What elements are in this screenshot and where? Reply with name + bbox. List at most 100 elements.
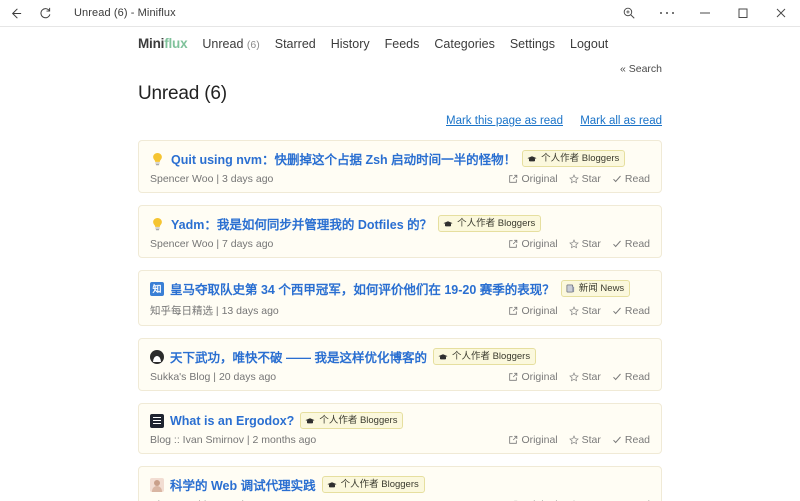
entry-category-badge[interactable]: 个人作者 Bloggers [522,150,625,167]
entry-item[interactable]: 天下武功，唯快不破 —— 我是这样优化博客的个人作者 Bloggers Sukka… [138,338,662,391]
entry-category-label: 个人作者 Bloggers [341,478,419,491]
entry-meta-row: 知乎每日精选 | 13 days agoOriginalStarRead [150,303,650,318]
entry-category-badge[interactable]: 个人作者 Bloggers [438,215,541,232]
entry-star-button[interactable]: Star [569,238,601,250]
entry-list: Quit using nvm：快删掉这个占据 Zsh 启动时间一半的怪物！ 个人作… [138,140,662,501]
entry-title-row: 天下武功，唯快不破 —— 我是这样优化博客的个人作者 Bloggers [150,347,650,366]
entry-meta: Sukka's Blog | 20 days ago [150,371,276,383]
entry-read-label: Read [625,238,650,250]
entry-item[interactable]: 知皇马夺取队史第 34 个西甲冠军，如何评价他们在 19-20 赛季的表现？ 新闻… [138,270,662,326]
entry-original-label: Original [521,173,557,185]
nav-item-starred[interactable]: Starred [275,37,316,51]
entry-title-link[interactable]: Quit using nvm：快删掉这个占据 Zsh 启动时间一半的怪物！ [171,149,516,168]
entry-title-link[interactable]: 科学的 Web 调试代理实践 [170,475,316,494]
entry-read-button[interactable]: Read [612,434,650,446]
entry-meta-row: Spencer Woo | 7 days agoOriginalStarRead [150,238,650,250]
entry-original-link[interactable]: Original [508,305,557,317]
mark-this-page-as-read-link[interactable]: Mark this page as read [446,115,563,127]
entry-category-badge[interactable]: 新闻 News [561,280,630,297]
entry-actions: Original Star Read [508,173,650,185]
nav-label-unread: Unread [202,37,243,51]
window-titlebar: Unread (6) - Miniflux [0,0,800,27]
entry-star-label: Star [582,434,601,446]
entry-original-label: Original [521,434,557,446]
entry-category-label: 个人作者 Bloggers [319,414,397,427]
entry-actions: Original Star Read [508,434,650,446]
entry-feed-link[interactable]: Spencer Woo [150,173,213,185]
nav-count-unread: (6) [247,39,260,51]
maximize-icon[interactable] [724,0,762,27]
nav-item-history[interactable]: History [331,37,370,51]
logo-prefix: Mini [138,36,164,51]
entry-star-label: Star [582,305,601,317]
entry-read-button[interactable]: Read [612,238,650,250]
search-toggle-link[interactable]: « Search [620,63,662,75]
entry-original-label: Original [521,238,557,250]
entry-original-link[interactable]: Original [508,371,557,383]
entry-category-label: 个人作者 Bloggers [457,217,535,230]
app-logo[interactable]: Miniflux [138,36,187,51]
mark-all-as-read-link[interactable]: Mark all as read [580,115,662,127]
entry-original-link[interactable]: Original [508,238,557,250]
entry-title-link[interactable]: 皇马夺取队史第 34 个西甲冠军，如何评价他们在 19-20 赛季的表现？ [170,279,555,298]
entry-title-row: 知皇马夺取队史第 34 个西甲冠军，如何评价他们在 19-20 赛季的表现？ 新闻… [150,279,650,298]
entry-feed-link[interactable]: Blog :: Ivan Smirnov [150,434,244,446]
entry-read-button[interactable]: Read [612,173,650,185]
entry-feed-link[interactable]: 知乎每日精选 [150,305,213,317]
entry-star-label: Star [582,371,601,383]
entry-category-badge[interactable]: 个人作者 Bloggers [300,412,403,429]
zhihu-favicon: 知 [150,282,164,296]
entry-original-link[interactable]: Original [508,434,557,446]
entry-read-label: Read [625,173,650,185]
checkmark-icon [612,239,622,249]
entry-date: 13 days ago [222,305,279,317]
entry-star-button[interactable]: Star [569,305,601,317]
nav-item-categories[interactable]: Categories [434,37,494,51]
entry-date: 3 days ago [222,173,273,185]
app-page: Miniflux Unread (6) Starred History Feed… [0,27,800,501]
entry-item[interactable]: 科学的 Web 调试代理实践个人作者 BloggersHi, DIYgod | … [138,466,662,501]
entry-original-link[interactable]: Original [508,173,557,185]
checkmark-icon [612,174,622,184]
lightbulb-favicon [150,151,165,166]
entry-category-badge[interactable]: 个人作者 Bloggers [322,476,425,493]
minimize-icon[interactable] [686,0,724,27]
entry-read-button[interactable]: Read [612,305,650,317]
entry-meta-row: Spencer Woo | 3 days agoOriginalStarRead [150,173,650,185]
nav-item-settings[interactable]: Settings [510,37,555,51]
checkmark-icon [612,306,622,316]
graduation-cap-icon [443,220,453,228]
search-bar: « Search [0,59,800,77]
zoom-search-icon[interactable] [610,0,648,27]
external-link-icon [508,174,518,184]
entry-item[interactable]: What is an Ergodox? 个人作者 BloggersBlog :: … [138,403,662,454]
star-icon [569,372,579,382]
close-icon[interactable] [762,0,800,27]
refresh-icon[interactable] [30,0,60,27]
back-arrow-icon[interactable] [0,0,30,27]
entry-meta-row: Sukka's Blog | 20 days ago Original Star Re… [150,371,650,383]
entry-title-row: Quit using nvm：快删掉这个占据 Zsh 启动时间一半的怪物！ 个人作… [150,149,650,168]
nav-item-feeds[interactable]: Feeds [385,37,420,51]
entry-star-button[interactable]: Star [569,173,601,185]
entry-item[interactable]: Yadm：我是如何同步并管理我的 Dotfiles 的？ 个人作者 Blogger… [138,205,662,258]
bulk-actions: Mark this page as read Mark all as read [138,115,662,127]
entry-feed-link[interactable]: Spencer Woo [150,238,213,250]
entry-category-badge[interactable]: 个人作者 Bloggers [433,348,536,365]
entry-star-label: Star [582,173,601,185]
entry-title-link[interactable]: Yadm：我是如何同步并管理我的 Dotfiles 的？ [171,214,432,233]
entry-star-button[interactable]: Star [569,371,601,383]
ellipsis-icon[interactable] [648,0,686,27]
entry-title-link[interactable]: What is an Ergodox? [170,414,294,428]
document-favicon [150,414,164,428]
entry-feed-link[interactable]: Sukka's Blog [150,371,210,383]
entry-title-link[interactable]: 天下武功，唯快不破 —— 我是这样优化博客的 [170,347,427,366]
entry-star-button[interactable]: Star [569,434,601,446]
entry-item[interactable]: Quit using nvm：快删掉这个占据 Zsh 启动时间一半的怪物！ 个人作… [138,140,662,193]
entry-actions: Original Star Read [508,238,650,250]
entry-read-button[interactable]: Read [612,371,650,383]
window-controls [610,0,800,27]
nav-item-unread[interactable]: Unread (6) [202,37,259,51]
nav-item-logout[interactable]: Logout [570,37,608,51]
star-icon [569,435,579,445]
